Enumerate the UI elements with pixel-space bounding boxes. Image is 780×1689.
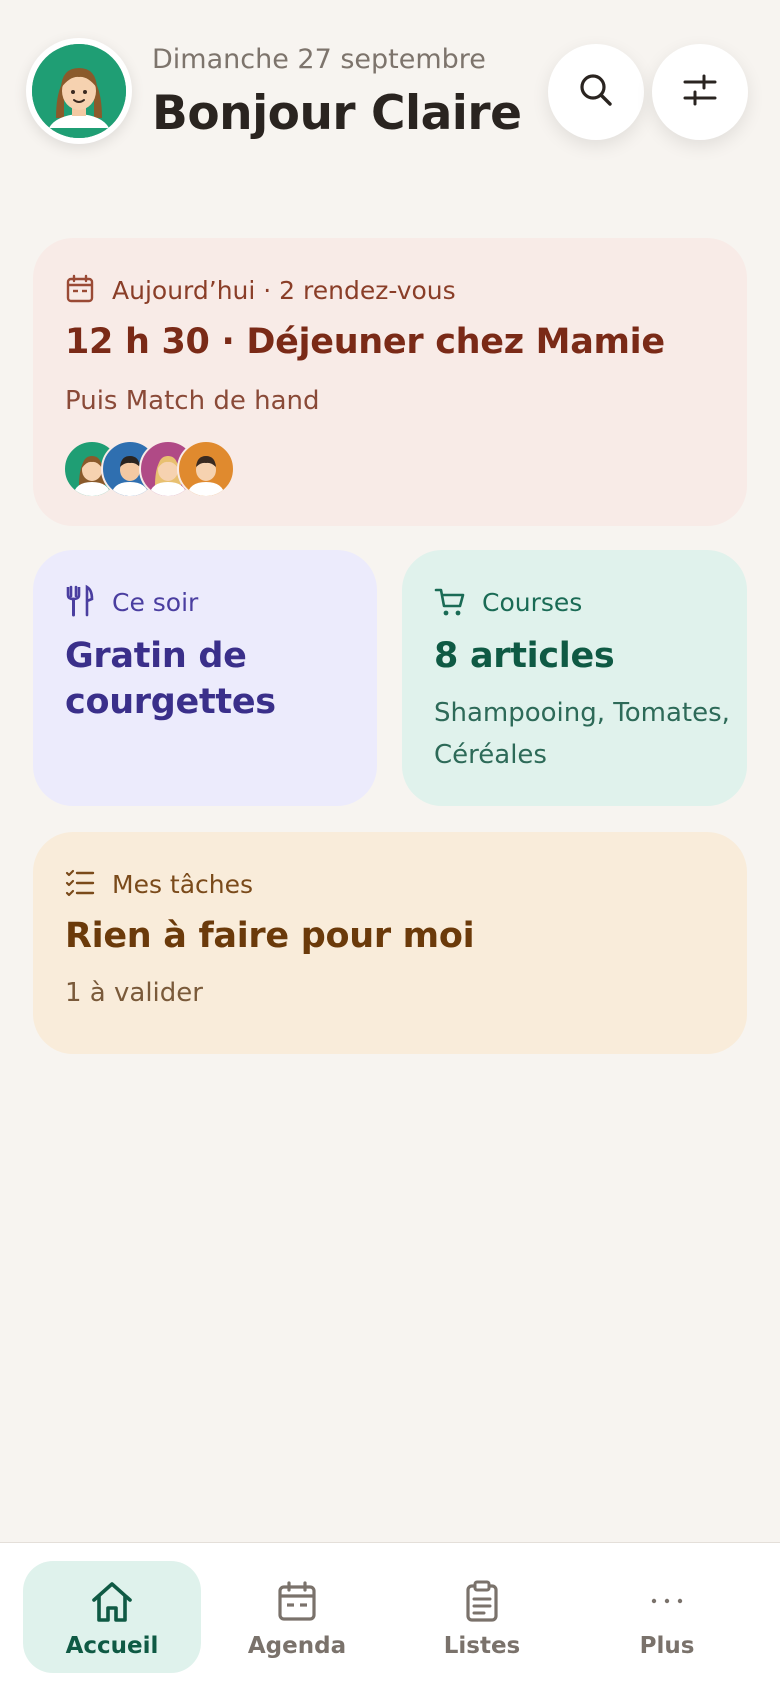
dinner-card[interactable]: Ce soir Gratin de courgettes — [33, 550, 377, 806]
shopping-items-line1: Shampooing, Tomates, — [434, 698, 730, 728]
calendar-icon — [65, 274, 95, 308]
nav-label-more: Plus — [639, 1633, 695, 1659]
clipboard-icon — [460, 1579, 504, 1627]
checklist-icon — [65, 868, 95, 902]
nav-item-home[interactable]: Accueil — [23, 1561, 201, 1673]
nav-item-more[interactable]: Plus — [578, 1561, 756, 1673]
sliders-icon — [680, 70, 720, 114]
dinner-title-line1: Gratin de — [65, 636, 247, 676]
calendar-icon — [275, 1579, 319, 1627]
header: Dimanche 27 septembre Bonjour Claire — [26, 38, 754, 148]
shopping-count: 8 articles — [434, 636, 615, 676]
cart-icon — [434, 586, 466, 622]
search-button[interactable] — [548, 44, 644, 140]
bottom-navigation: Accueil Agenda Listes Plus — [0, 1542, 780, 1689]
filter-button[interactable] — [652, 44, 748, 140]
participants — [63, 440, 263, 498]
search-icon — [576, 70, 616, 114]
dinner-label: Ce soir — [112, 588, 199, 617]
today-next-event: Puis Match de hand — [65, 386, 320, 416]
today-card[interactable]: Aujourd’hui · 2 rendez-vous 12 h 30 · Dé… — [33, 238, 747, 526]
tasks-label: Mes tâches — [112, 870, 254, 899]
greeting-title: Bonjour Claire — [152, 86, 522, 141]
nav-item-lists[interactable]: Listes — [393, 1561, 571, 1673]
nav-item-agenda[interactable]: Agenda — [208, 1561, 386, 1673]
tasks-title: Rien à faire pour moi — [65, 916, 475, 956]
participant-avatar — [177, 440, 235, 498]
avatar-illustration — [32, 44, 126, 138]
shopping-items-line2: Céréales — [434, 740, 547, 770]
shopping-card[interactable]: Courses 8 articles Shampooing, Tomates, … — [402, 550, 747, 806]
user-avatar[interactable] — [26, 38, 132, 144]
today-label: Aujourd’hui · 2 rendez-vous — [112, 276, 456, 305]
today-event-title: 12 h 30 · Déjeuner chez Mamie — [65, 322, 665, 362]
nav-label-home: Accueil — [65, 1633, 159, 1659]
nav-label-lists: Listes — [443, 1633, 521, 1659]
utensils-icon — [65, 584, 95, 622]
shopping-label: Courses — [482, 588, 583, 617]
more-icon — [645, 1579, 689, 1627]
nav-label-agenda: Agenda — [247, 1633, 347, 1659]
tasks-pending: 1 à valider — [65, 978, 203, 1008]
current-date: Dimanche 27 septembre — [152, 44, 486, 75]
dinner-title-line2: courgettes — [65, 682, 276, 722]
home-icon — [89, 1579, 135, 1629]
tasks-card[interactable]: Mes tâches Rien à faire pour moi 1 à val… — [33, 832, 747, 1054]
